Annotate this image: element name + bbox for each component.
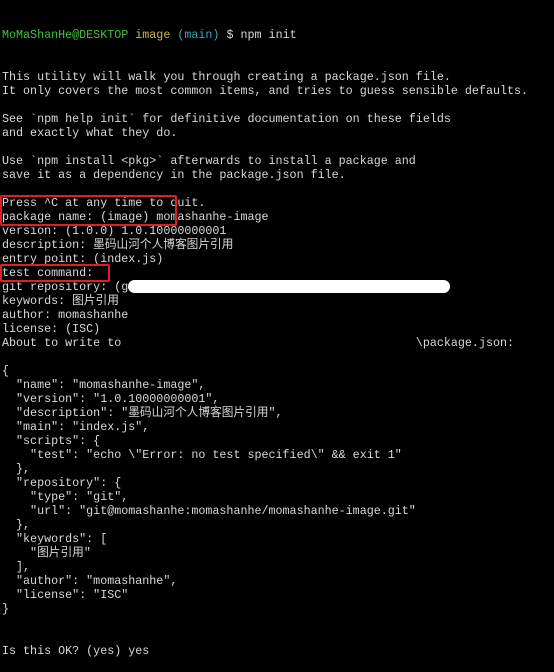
current-dir: image bbox=[135, 28, 171, 42]
output-line: "keywords": [ bbox=[2, 532, 108, 546]
output-line: }, bbox=[2, 518, 31, 532]
terminal-output: MoMaShanHe@DESKTOP image (main) $ npm in… bbox=[2, 0, 528, 672]
output-line: This utility will walk you through creat… bbox=[2, 70, 451, 84]
output-line: "test": "echo \"Error: no test specified… bbox=[2, 448, 402, 462]
output-line: It only covers the most common items, an… bbox=[2, 84, 529, 98]
output-line: Use `npm install <pkg>` afterwards to in… bbox=[2, 154, 416, 168]
user-host: MoMaShanHe@DESKTOP bbox=[2, 28, 129, 42]
output-line: "type": "git", bbox=[2, 490, 129, 504]
redacted-path bbox=[128, 280, 450, 293]
output-line: "url": "git@momashanhe:momashanhe/momash… bbox=[2, 504, 416, 518]
prompt-line: MoMaShanHe@DESKTOP image (main) $ npm in… bbox=[2, 28, 528, 42]
output-line: }, bbox=[2, 462, 31, 476]
output-line: About to write to \package.json: bbox=[2, 336, 514, 350]
output-line: "main": "index.js", bbox=[2, 420, 150, 434]
highlight-box-entry-test bbox=[0, 195, 177, 226]
output-line: See `npm help init` for definitive docum… bbox=[2, 112, 451, 126]
output-line: { bbox=[2, 364, 10, 378]
output-line: description: 墨码山河个人博客图片引用 bbox=[2, 238, 234, 252]
git-branch: (main) bbox=[177, 28, 220, 42]
output-line: keywords: 图片引用 bbox=[2, 294, 119, 308]
prompt-symbol: $ bbox=[226, 28, 234, 42]
output-line: "scripts": { bbox=[2, 434, 101, 448]
output-line: version: (1.0.0) 1.0.10000000001 bbox=[2, 224, 227, 238]
command: npm init bbox=[240, 28, 297, 42]
output-line: Is this OK? (yes) yes bbox=[2, 644, 150, 658]
output-line: author: momashanhe bbox=[2, 308, 129, 322]
output-line: "图片引用" bbox=[2, 546, 91, 560]
output-line: } bbox=[2, 602, 10, 616]
output-line: license: (ISC) bbox=[2, 322, 101, 336]
output-line: "repository": { bbox=[2, 476, 122, 490]
output-line: "license": "ISC" bbox=[2, 588, 129, 602]
output-line: "version": "1.0.10000000001", bbox=[2, 392, 220, 406]
output-line: save it as a dependency in the package.j… bbox=[2, 168, 346, 182]
output-line: and exactly what they do. bbox=[2, 126, 178, 140]
output-line: "description": "墨码山河个人博客图片引用", bbox=[2, 406, 283, 420]
output-line: ], bbox=[2, 560, 31, 574]
output-line: "author": "momashanhe", bbox=[2, 574, 178, 588]
highlight-box-license bbox=[0, 264, 110, 282]
output-line: "name": "momashanhe-image", bbox=[2, 378, 206, 392]
